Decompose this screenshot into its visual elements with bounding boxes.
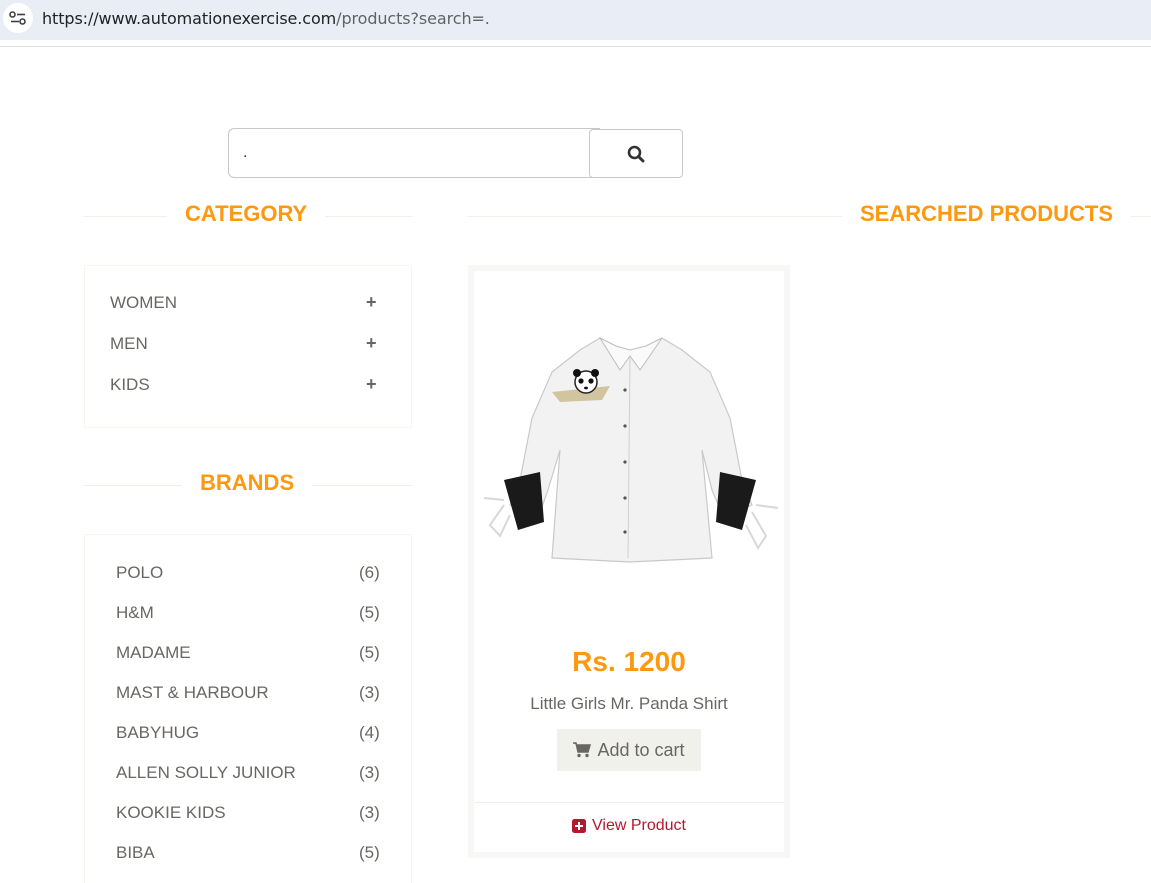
brand-count: (3) xyxy=(359,683,380,702)
url-text[interactable]: https://www.automationexercise.com/produ… xyxy=(42,9,490,28)
product-image xyxy=(483,336,779,563)
url-host: https://www.automationexercise.com xyxy=(42,9,337,28)
category-item-women[interactable]: WOMEN xyxy=(110,293,177,313)
product-price: Rs. 1200 xyxy=(572,646,686,677)
brand-count: (5) xyxy=(359,603,380,622)
brand-count: (3) xyxy=(359,803,380,822)
card-divider xyxy=(474,802,784,803)
tune-icon xyxy=(9,11,26,25)
add-to-cart-button[interactable]: Add to cart xyxy=(557,729,701,771)
brand-item-kookie-kids[interactable]: KOOKIE KIDS xyxy=(116,803,226,823)
brand-item-polo[interactable]: POLO xyxy=(116,563,163,583)
site-settings-button[interactable] xyxy=(3,3,33,33)
plus-icon[interactable]: + xyxy=(366,374,377,395)
url-path: /products?search=. xyxy=(336,9,490,28)
brand-count: (4) xyxy=(359,723,380,742)
brand-item-madame[interactable]: MADAME xyxy=(116,643,191,663)
plus-icon[interactable]: + xyxy=(366,292,377,313)
brand-count: (6) xyxy=(359,563,380,582)
search-button[interactable] xyxy=(589,129,683,178)
category-title: CATEGORY xyxy=(167,201,326,227)
brand-count: (5) xyxy=(359,643,380,662)
brand-item-mast-harbour[interactable]: MAST & HARBOUR xyxy=(116,683,269,703)
category-item-kids[interactable]: KIDS xyxy=(110,375,150,395)
product-name: Little Girls Mr. Panda Shirt xyxy=(530,694,728,713)
category-item-men[interactable]: MEN xyxy=(110,334,148,354)
searched-products-title: SEARCHED PRODUCTS xyxy=(842,201,1132,227)
search-icon xyxy=(627,145,645,162)
brand-item-babyhug[interactable]: BABYHUG xyxy=(116,723,199,743)
view-product-label: View Product xyxy=(592,817,686,834)
brand-item-hm[interactable]: H&M xyxy=(116,603,154,623)
search-input-value: . xyxy=(243,144,248,161)
category-panel: WOMEN + MEN + KIDS + xyxy=(84,265,412,428)
view-product-link[interactable]: View Product xyxy=(474,817,784,835)
plus-square-icon xyxy=(572,819,586,833)
browser-address-bar[interactable]: https://www.automationexercise.com/produ… xyxy=(0,0,1151,40)
add-to-cart-label: Add to cart xyxy=(597,739,685,760)
plus-icon[interactable]: + xyxy=(366,333,377,354)
brands-title: BRANDS xyxy=(182,470,313,496)
brand-count: (3) xyxy=(359,763,380,782)
divider xyxy=(0,46,1151,47)
brand-item-allen-solly-junior[interactable]: ALLEN SOLLY JUNIOR xyxy=(116,763,296,783)
shopping-cart-icon xyxy=(573,742,592,758)
search-input[interactable]: . xyxy=(228,128,600,178)
brands-panel: POLO (6) H&M (5) MADAME (5) MAST & HARBO… xyxy=(84,534,412,883)
brand-item-biba[interactable]: BIBA xyxy=(116,843,155,863)
brand-count: (5) xyxy=(359,843,380,862)
